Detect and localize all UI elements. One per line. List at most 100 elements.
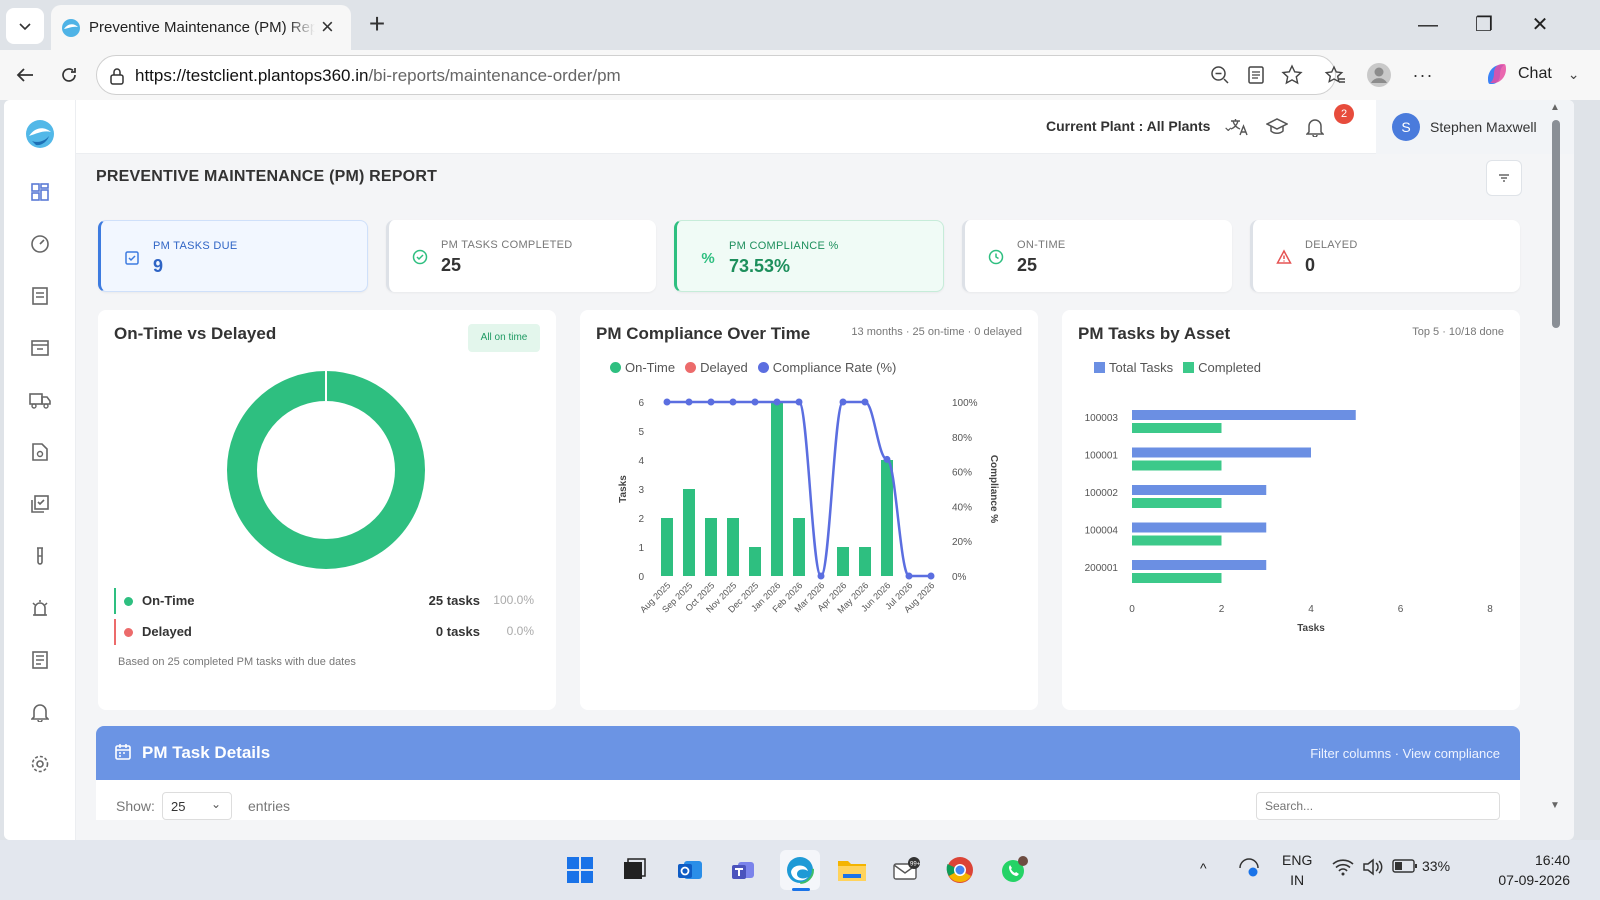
bar-on-time (837, 547, 849, 576)
minimize-icon[interactable]: — (1400, 6, 1456, 44)
compliance-over-time-card: PM Compliance Over Time 13 months · 25 o… (580, 310, 1038, 710)
tab-title: Preventive Maintenance (PM) Report (89, 19, 315, 36)
bar-on-time (661, 518, 673, 576)
favorite-star-icon[interactable] (1275, 58, 1309, 92)
clock[interactable]: 16:40 07-09-2026 (1470, 850, 1570, 890)
zoom-icon[interactable] (1203, 58, 1237, 92)
entries-per-page-select[interactable]: 25 ⌄ (162, 792, 232, 820)
outlook-icon[interactable] (672, 852, 708, 888)
clock-date: 07-09-2026 (1498, 872, 1570, 888)
app-logo-icon[interactable] (24, 118, 56, 150)
sidebar-test-tube-icon[interactable] (26, 542, 54, 570)
sidebar-archive-icon[interactable] (26, 334, 54, 362)
address-bar[interactable]: https://testclient.plantops360.in/bi-rep… (96, 55, 1336, 95)
legend-item-compliance-rate[interactable]: Compliance Rate (%) (757, 360, 896, 375)
favorites-icon[interactable] (1318, 58, 1352, 92)
legend-item-delayed[interactable]: Delayed (685, 360, 748, 375)
whatsapp-icon[interactable] (996, 852, 1032, 888)
kpi-label: PM TASKS DUE (153, 240, 238, 252)
sidebar-document-icon[interactable] (26, 282, 54, 310)
legend-count: 0 tasks (435, 624, 480, 639)
tab-list-button[interactable] (6, 8, 44, 44)
check-circle-icon (409, 246, 431, 268)
page-scrollbar[interactable]: ▲ ▼ (1548, 100, 1564, 820)
filter-icon (1499, 174, 1509, 182)
wifi-icon[interactable] (1332, 858, 1354, 879)
graduation-cap-icon[interactable] (1264, 114, 1290, 140)
filter-button[interactable] (1486, 160, 1522, 196)
user-menu[interactable]: S Stephen Maxwell (1376, 100, 1574, 154)
sidebar-truck-icon[interactable] (26, 386, 54, 414)
close-window-icon[interactable]: ✕ (1512, 6, 1568, 44)
legend-item-completed[interactable]: Completed (1183, 360, 1261, 375)
select-value: 25 (171, 799, 186, 814)
bar-on-time (881, 460, 893, 576)
kpi-card-pm-tasks-due: PM TASKS DUE 9 (98, 220, 368, 292)
file-explorer-icon[interactable] (834, 852, 870, 888)
chat-label: Chat (1518, 65, 1552, 82)
battery-indicator[interactable]: 33% (1392, 858, 1450, 874)
language-indicator[interactable]: ENG IN (1282, 850, 1312, 890)
close-tab-icon[interactable]: × (321, 14, 334, 40)
profile-avatar-icon[interactable] (1362, 58, 1396, 92)
new-tab-button[interactable]: + (360, 8, 394, 42)
sidebar-dashboard-icon[interactable] (26, 178, 54, 206)
network-status-icon[interactable] (1238, 858, 1260, 881)
sidebar-report-icon[interactable] (26, 646, 54, 674)
y-axis-label: Tasks (618, 475, 629, 503)
bar-total-tasks (1132, 447, 1311, 458)
bar-on-time (749, 547, 761, 576)
edge-icon[interactable] (780, 850, 820, 891)
reload-icon[interactable] (52, 58, 86, 92)
donut-slice-on-time (227, 371, 425, 569)
copilot-icon (1488, 64, 1506, 84)
donut-chart (227, 371, 425, 569)
search-input[interactable] (1256, 792, 1500, 820)
details-links[interactable]: Filter columns · View compliance (1310, 746, 1500, 761)
back-icon[interactable] (8, 58, 42, 92)
sidebar-checklist-icon[interactable] (26, 490, 54, 518)
compliance-rate-point (839, 398, 847, 406)
chrome-icon[interactable] (942, 852, 978, 888)
copilot-chat-button[interactable]: Chat ⌄ (1474, 54, 1590, 94)
bar-completed (1132, 535, 1222, 546)
task-view-icon[interactable] (616, 852, 652, 888)
kpi-label: PM COMPLIANCE % (729, 240, 839, 252)
notification-bell-icon[interactable] (1302, 114, 1328, 140)
sidebar-settings-doc-icon[interactable] (26, 438, 54, 466)
more-menu-icon[interactable]: ··· (1406, 58, 1440, 92)
bar-on-time (705, 518, 717, 576)
y-tick-label: 100004 (1085, 526, 1119, 537)
mail-icon[interactable]: 99+ (888, 852, 924, 888)
y2-tick-label: 0% (952, 572, 967, 583)
kpi-label: PM TASKS COMPLETED (441, 239, 573, 251)
volume-icon[interactable] (1362, 858, 1384, 879)
legend-count: 25 tasks (428, 593, 480, 608)
teams-icon[interactable] (726, 852, 762, 888)
sidebar-gear-icon[interactable] (26, 750, 54, 778)
page-title: PREVENTIVE MAINTENANCE (PM) REPORT (96, 168, 438, 185)
plant-selector[interactable]: Current Plant : All Plants ⌄ (1046, 118, 1234, 135)
sidebar-gauge-icon[interactable] (26, 230, 54, 258)
translate-icon[interactable] (1226, 114, 1252, 140)
entries-label: entries (248, 798, 291, 814)
tray-chevron-up-icon[interactable]: ^ (1200, 860, 1207, 876)
restore-icon[interactable]: ❐ (1456, 6, 1512, 44)
url-text: https://testclient.plantops360.in/bi-rep… (135, 66, 621, 85)
legend-item-total-tasks[interactable]: Total Tasks (1094, 360, 1173, 375)
sidebar-alarm-icon[interactable] (26, 594, 54, 622)
tasks-by-asset-card: PM Tasks by Asset Top 5 · 10/18 done Tot… (1062, 310, 1520, 710)
sidebar-bell-icon[interactable] (26, 698, 54, 726)
scrollbar-thumb[interactable] (1552, 120, 1560, 328)
chevron-down-icon: ⌄ (210, 797, 221, 811)
kpi-card-on-time: ON-TIME 25 (962, 220, 1232, 292)
avatar: S (1392, 113, 1420, 141)
windows-start-icon[interactable] (562, 852, 598, 888)
reader-mode-icon[interactable] (1239, 58, 1273, 92)
notification-count-badge: 2 (1334, 104, 1354, 124)
legend-item-on-time[interactable]: On-Time (610, 360, 675, 375)
bar-completed (1132, 423, 1222, 433)
browser-tab[interactable]: Preventive Maintenance (PM) Report × (51, 5, 351, 50)
chevron-down-icon: ⌄ (1567, 65, 1580, 82)
bar-on-time (859, 547, 871, 576)
